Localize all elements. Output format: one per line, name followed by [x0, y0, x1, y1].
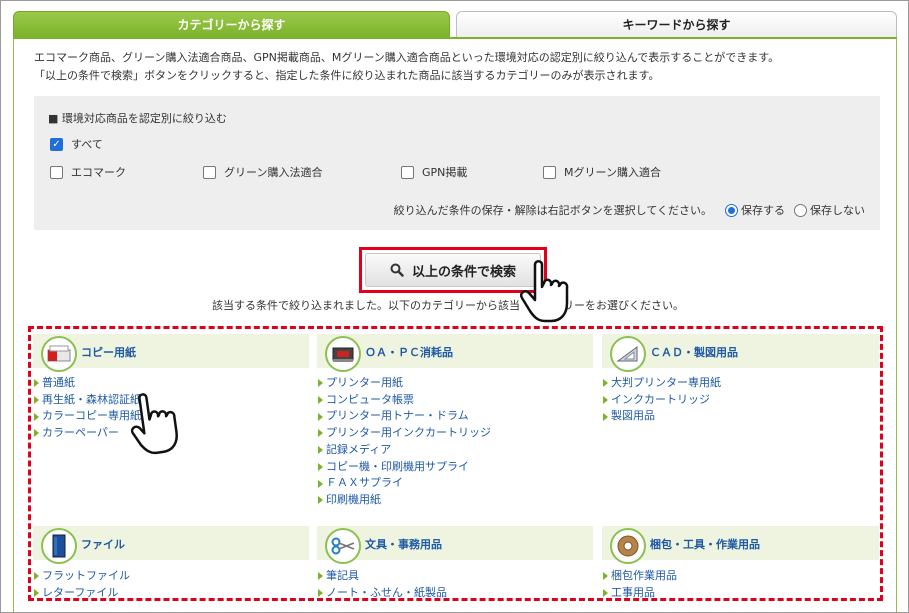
filter-ecomark-checkbox[interactable]: エコマーク — [50, 164, 126, 180]
category-link[interactable]: 普通紙 — [34, 375, 141, 392]
category-link[interactable]: 再生紙・森林認証紙 — [34, 392, 141, 409]
checkbox-icon — [50, 165, 63, 179]
save-off-label: 保存しない — [810, 204, 865, 217]
category-list-packing-tools: 梱包作業用品 工事用品 — [603, 568, 677, 601]
category-link[interactable]: プリンター用トナー・ドラム — [318, 408, 491, 425]
category-link[interactable]: コンピュータ帳票 — [318, 392, 491, 409]
search-with-conditions-button[interactable]: 以上の条件で検索 — [365, 253, 541, 287]
category-link[interactable]: 梱包作業用品 — [603, 568, 677, 585]
category-title: 梱包・工具・作業用品 — [650, 538, 760, 551]
category-header-packing-tools[interactable]: 梱包・工具・作業用品 — [602, 526, 879, 564]
checkbox-icon — [543, 165, 556, 179]
filter-green-purchase-checkbox[interactable]: グリーン購入法適合 — [203, 164, 322, 180]
category-title: ＯＡ・ＰＣ消耗品 — [365, 346, 453, 359]
category-list-stationery: 筆記具 ノート・ふせん・紙製品 — [318, 568, 447, 601]
description-line-1: エコマーク商品、グリーン購入法適合商品、GPN掲載商品、Mグリーン購入適合商品と… — [34, 51, 780, 64]
file-binder-icon — [41, 528, 77, 564]
category-title: ＣＡＤ・製図用品 — [650, 346, 738, 359]
search-button-label: 以上の条件で検索 — [411, 264, 516, 280]
category-header-copy-paper[interactable]: コピー用紙 — [33, 334, 309, 372]
filter-gpn-checkbox[interactable]: GPN掲載 — [401, 164, 467, 180]
save-on-radio[interactable]: 保存する — [725, 202, 785, 218]
filter-option-label: エコマーク — [71, 166, 126, 179]
category-header-oa-supplies[interactable]: ＯＡ・ＰＣ消耗品 — [317, 334, 593, 372]
category-title: ファイル — [81, 538, 125, 551]
description-line-2: 「以上の条件で検索」ボタンをクリックすると、指定した条件に絞り込まれた商品に該当… — [34, 69, 660, 82]
tab-category-search[interactable]: カテゴリーから探す — [13, 11, 450, 38]
oa-supplies-icon — [325, 336, 361, 372]
category-link[interactable]: 筆記具 — [318, 568, 447, 585]
category-link[interactable]: プリンター用紙 — [318, 375, 491, 392]
radio-selected-icon — [725, 203, 738, 217]
category-link[interactable]: フラットファイル — [34, 568, 130, 585]
category-link[interactable]: プリンター用インクカートリッジ — [318, 425, 491, 442]
category-list-oa-supplies: プリンター用紙 コンピュータ帳票 プリンター用トナー・ドラム プリンター用インク… — [318, 375, 491, 509]
category-header-stationery[interactable]: 文具・事務用品 — [317, 526, 593, 564]
filter-m-green-checkbox[interactable]: Mグリーン購入適合 — [543, 164, 661, 180]
category-header-file[interactable]: ファイル — [33, 526, 309, 564]
copy-paper-icon — [41, 336, 77, 372]
category-link[interactable]: 大判プリンター専用紙 — [603, 375, 721, 392]
save-on-label: 保存する — [741, 204, 785, 217]
category-link[interactable]: 工事用品 — [603, 585, 677, 602]
radio-icon — [794, 203, 807, 217]
category-link[interactable]: ＦＡＸサプライ — [318, 475, 491, 492]
checkbox-icon — [203, 165, 216, 179]
category-title: コピー用紙 — [81, 346, 136, 359]
category-link[interactable]: 製図用品 — [603, 408, 721, 425]
result-message-left: 該当する条件で絞り込まれました。以下のカテゴリーから該当 — [212, 299, 520, 312]
save-condition-note: 絞り込んだ条件の保存・解除は右記ボタンを選択してください。 — [393, 204, 712, 217]
category-header-cad-drafting[interactable]: ＣＡＤ・製図用品 — [602, 334, 879, 372]
filter-title: ■ 環境対応商品を認定別に絞り込む — [48, 112, 227, 125]
checkbox-checked-icon: ✓ — [50, 137, 63, 151]
checkbox-icon — [401, 165, 414, 179]
page-frame: カテゴリーから探す キーワードから探す エコマーク商品、グリーン購入法適合商品、… — [0, 0, 909, 613]
save-off-radio[interactable]: 保存しない — [794, 202, 865, 218]
packing-tape-icon — [610, 528, 646, 564]
category-list-cad-drafting: 大判プリンター専用紙 インクカートリッジ 製図用品 — [603, 375, 721, 425]
filter-option-label: Mグリーン購入適合 — [564, 166, 661, 179]
result-message-right: リーをお選びください。 — [563, 299, 684, 312]
category-link[interactable]: インクカートリッジ — [603, 392, 721, 409]
filter-all-checkbox[interactable]: ✓ すべて — [50, 136, 103, 152]
filter-panel: ■ 環境対応商品を認定別に絞り込む ✓ すべて エコマーク グリーン購入法適合 … — [34, 96, 880, 230]
category-link[interactable]: カラーコピー専用紙 — [34, 408, 141, 425]
filter-all-label: すべて — [71, 138, 103, 151]
tab-keyword-search[interactable]: キーワードから探す — [456, 11, 897, 38]
magnifier-icon — [390, 263, 404, 277]
result-message: 該当する条件で絞り込まれました。以下のカテゴリーから該当 リーをお選びください。 — [212, 297, 684, 313]
category-title: 文具・事務用品 — [365, 538, 442, 551]
drafting-icon — [610, 336, 646, 372]
category-link[interactable]: コピー機・印刷機用サプライ — [318, 459, 491, 476]
scissors-icon — [325, 528, 361, 564]
filter-option-label: GPN掲載 — [422, 166, 468, 179]
category-list-copy-paper: 普通紙 再生紙・森林認証紙 カラーコピー専用紙 カラーペーパー — [34, 375, 141, 442]
pointing-hand-cursor-icon — [520, 260, 569, 323]
pointing-hand-cursor-icon — [130, 393, 178, 455]
category-link[interactable]: 記録メディア — [318, 442, 491, 459]
category-link[interactable]: カラーペーパー — [34, 425, 141, 442]
category-link[interactable]: レターファイル — [34, 585, 130, 602]
category-link[interactable]: 印刷機用紙 — [318, 492, 491, 509]
filter-option-label: グリーン購入法適合 — [224, 166, 323, 179]
category-link[interactable]: ノート・ふせん・紙製品 — [318, 585, 447, 602]
category-list-file: フラットファイル レターファイル — [34, 568, 130, 601]
